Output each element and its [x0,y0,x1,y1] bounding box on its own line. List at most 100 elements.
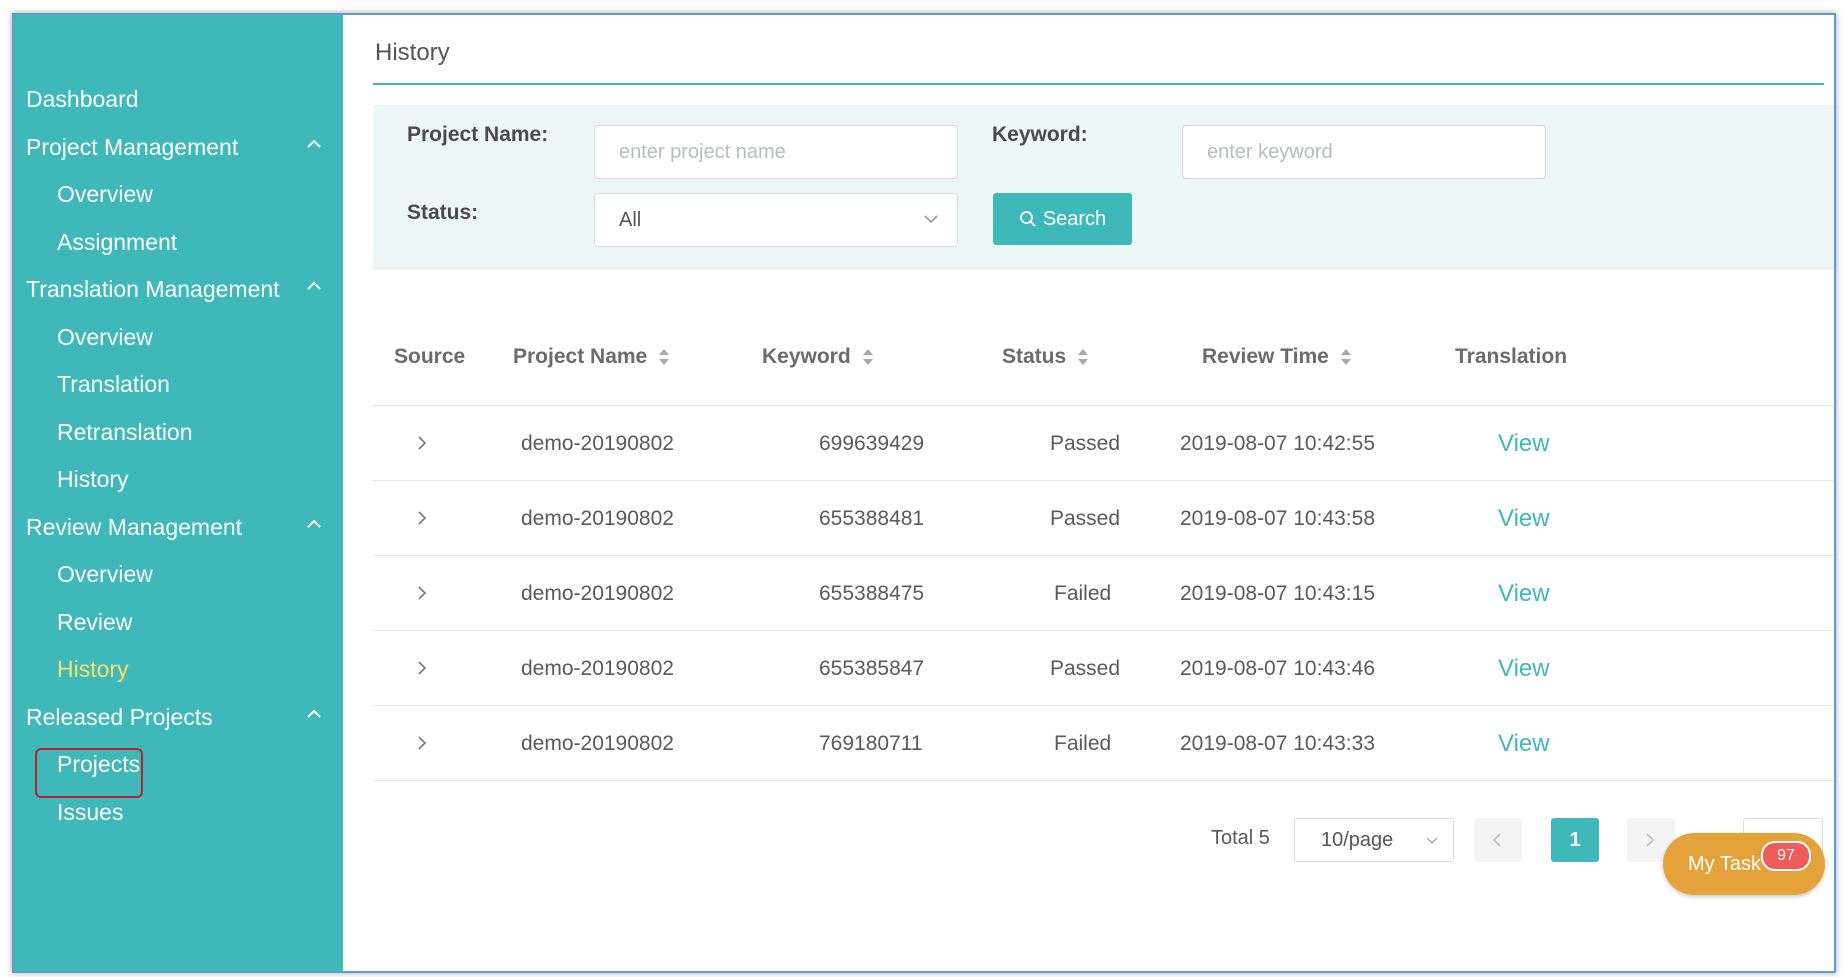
chevron-up-icon [303,505,325,549]
cell-status: Passed [1050,507,1121,530]
sidebar-item-retranslation[interactable]: Retranslation [57,410,329,454]
sidebar-item-dashboard[interactable]: Dashboard [26,77,329,121]
sidebar-item-projects[interactable]: Projects [57,742,329,786]
sidebar: Dashboard Project Management Overview As… [14,15,343,971]
chevron-up-icon [303,267,325,311]
sidebar-item-review-history[interactable]: History [57,647,329,691]
project-name-label: Project Name: [407,123,549,146]
expand-row-button[interactable] [409,556,439,631]
filter-panel: Project Name: Keyword: Status: All Searc… [373,105,1834,269]
sidebar-item-label: Dashboard [26,86,139,112]
sidebar-item-review[interactable]: Review [57,600,329,644]
sidebar-group-released-projects[interactable]: Released Projects [26,695,329,739]
search-button[interactable]: Search [993,193,1132,245]
sidebar-item-label: Issues [57,799,124,825]
sidebar-item-rm-overview[interactable]: Overview [57,552,329,596]
sidebar-item-translation[interactable]: Translation [57,362,329,406]
table-row: demo-20190802 655388475 Failed 2019-08-0… [373,555,1834,631]
cell-status: Passed [1050,657,1121,680]
cell-status: Failed [1054,582,1112,605]
keyword-label: Keyword: [992,123,1088,146]
sidebar-item-pm-overview[interactable]: Overview [57,172,329,216]
page-size-select[interactable]: 10/page [1294,818,1454,862]
col-source: Source [394,345,466,368]
sort-icon[interactable] [1076,347,1090,367]
main-content: History Project Name: Keyword: Status: A… [343,15,1834,971]
sidebar-item-tm-overview[interactable]: Overview [57,315,329,359]
expand-row-button[interactable] [409,631,439,706]
sidebar-item-label: Overview [57,561,153,587]
my-task-button[interactable]: My Task 97 [1663,833,1825,895]
cell-review-time: 2019-08-07 10:42:55 [1180,432,1375,455]
sidebar-item-issues[interactable]: Issues [57,790,329,834]
col-status[interactable]: Status [1002,342,1090,372]
view-link[interactable]: View [1498,706,1550,781]
status-select[interactable]: All [594,193,958,247]
sidebar-item-label: History [57,656,129,682]
chevron-right-icon [418,661,427,675]
sidebar-item-label: Overview [57,324,153,350]
chevron-down-icon [1426,837,1438,845]
expand-row-button[interactable] [409,406,439,481]
sidebar-item-label: Translation Management [26,276,280,302]
sidebar-item-label: Review [57,609,133,635]
expand-row-button[interactable] [409,706,439,781]
my-task-label: My Task [1688,853,1761,875]
status-select-value: All [619,209,642,231]
cell-keyword: 655385847 [819,657,925,680]
cell-keyword: 769180711 [819,732,923,755]
cell-keyword: 699639429 [819,432,925,455]
col-project-name[interactable]: Project Name [513,342,671,372]
cell-review-time: 2019-08-07 10:43:15 [1180,582,1375,605]
page-title: History [375,39,450,66]
view-link[interactable]: View [1498,406,1550,481]
sidebar-item-label: Released Projects [26,704,213,730]
sort-icon[interactable] [1339,347,1353,367]
chevron-right-icon [418,736,427,750]
cell-project: demo-20190802 [521,507,674,530]
expand-row-button[interactable] [409,481,439,556]
cell-status: Failed [1054,732,1112,755]
col-label: Project Name [513,345,648,368]
col-label: Keyword [762,345,851,368]
col-review-time[interactable]: Review Time [1202,342,1353,372]
table-row: demo-20190802 699639429 Passed 2019-08-0… [373,405,1834,481]
view-link[interactable]: View [1498,631,1550,706]
table-row: demo-20190802 655385847 Passed 2019-08-0… [373,630,1834,706]
page-size-value: 10/page [1321,829,1394,851]
col-translation: Translation [1455,345,1568,368]
col-keyword[interactable]: Keyword [762,342,875,372]
view-link[interactable]: View [1498,481,1550,556]
cell-keyword: 655388481 [819,507,925,530]
table-row: demo-20190802 769180711 Failed 2019-08-0… [373,705,1834,781]
sidebar-item-label: Assignment [57,229,178,255]
cell-review-time: 2019-08-07 10:43:33 [1180,732,1375,755]
sort-icon[interactable] [861,347,875,367]
chevron-right-icon [418,586,427,600]
cell-keyword: 655388475 [819,582,925,605]
sidebar-item-assignment[interactable]: Assignment [57,220,329,264]
sort-icon[interactable] [657,347,671,367]
sidebar-item-tm-history[interactable]: History [57,457,329,501]
prev-page-button[interactable] [1474,818,1522,862]
sidebar-group-review-management[interactable]: Review Management [26,505,329,549]
sidebar-item-label: Overview [57,181,153,207]
page-number-button[interactable]: 1 [1551,818,1599,862]
sidebar-group-project-management[interactable]: Project Management [26,125,329,169]
cell-review-time: 2019-08-07 10:43:46 [1180,657,1375,680]
col-label: Status [1002,345,1067,368]
sidebar-group-translation-management[interactable]: Translation Management [26,267,329,311]
chevron-left-icon [1492,833,1501,847]
chevron-up-icon [303,125,325,169]
sidebar-item-label: History [57,466,129,492]
search-icon [1019,211,1036,227]
project-name-input[interactable] [594,125,958,179]
sidebar-item-label: Translation [57,371,170,397]
chevron-right-icon [418,436,427,450]
cell-project: demo-20190802 [521,432,674,455]
chevron-right-icon [418,511,427,525]
view-link[interactable]: View [1498,556,1550,631]
table-divider [373,780,1834,781]
keyword-input[interactable] [1182,125,1546,179]
cell-project: demo-20190802 [521,732,674,755]
